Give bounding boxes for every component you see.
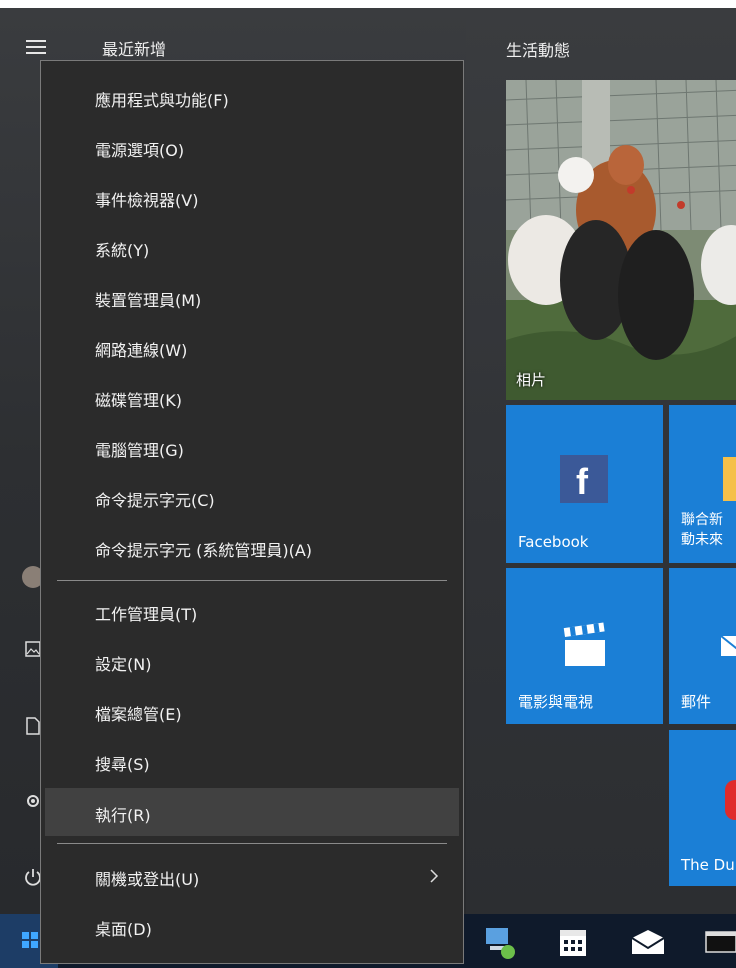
menu-item-desktop[interactable]: 桌面(D) (45, 907, 459, 947)
documents-icon[interactable] (25, 717, 41, 735)
chickens-photo (506, 80, 736, 400)
photos-tile-label: 相片 (516, 371, 547, 389)
movies-and-tv-tile[interactable]: 電影與電視 (506, 568, 663, 724)
power-user-context-menu: 應用程式與功能(F) 電源選項(O) 事件檢視器(V) 系統(Y) 裝置管理員(… (40, 60, 464, 964)
menu-item-apps-and-features[interactable]: 應用程式與功能(F) (45, 78, 459, 118)
clapperboard-icon (563, 622, 605, 666)
recently-added-heading: 最近新增 (102, 40, 167, 59)
news-icon (723, 457, 736, 501)
news-tile-label-line2: 動未來 (681, 532, 723, 548)
game-tile[interactable]: The Du (669, 730, 736, 886)
network-computer-icon[interactable] (480, 922, 520, 962)
pictures-icon[interactable] (25, 641, 41, 657)
menu-item-task-manager[interactable]: 工作管理員(T) (45, 592, 459, 632)
facebook-icon: f (560, 455, 608, 503)
menu-item-computer-management[interactable]: 電腦管理(G) (45, 428, 459, 468)
movies-tile-label: 電影與電視 (518, 693, 594, 711)
top-edge (0, 0, 736, 8)
command-prompt-taskbar-icon[interactable] (704, 922, 736, 962)
facebook-tile[interactable]: f Facebook (506, 405, 663, 563)
menu-item-command-prompt[interactable]: 命令提示字元(C) (45, 478, 459, 518)
menu-item-event-viewer[interactable]: 事件檢視器(V) (45, 178, 459, 218)
menu-separator (57, 580, 447, 581)
calendar-icon[interactable] (554, 922, 594, 962)
menu-item-power-options[interactable]: 電源選項(O) (45, 128, 459, 168)
life-at-a-glance-heading: 生活動態 (506, 41, 571, 60)
photos-tile[interactable]: 相片 (506, 80, 736, 400)
menu-item-shut-down-or-sign-out[interactable]: 關機或登出(U) (45, 857, 459, 897)
menu-item-settings[interactable]: 設定(N) (45, 642, 459, 682)
game-character-icon (725, 780, 736, 820)
menu-item-command-prompt-admin[interactable]: 命令提示字元 (系統管理員)(A) (45, 528, 459, 568)
hamburger-menu-icon[interactable] (26, 40, 46, 54)
news-tile-label-line1: 聯合新 (681, 512, 723, 528)
mail-taskbar-icon[interactable] (628, 922, 668, 962)
menu-item-disk-management[interactable]: 磁碟管理(K) (45, 378, 459, 418)
news-tile[interactable]: 聯合新 動未來 (669, 405, 736, 563)
screen: 最近新增 生活動態 相片 f Facebook 聯合新 動未來 電影與電視 郵件… (0, 0, 736, 968)
menu-item-device-manager[interactable]: 裝置管理員(M) (45, 278, 459, 318)
chevron-right-icon (430, 869, 439, 883)
mail-tile-label: 郵件 (681, 693, 712, 711)
facebook-tile-label: Facebook (518, 533, 589, 551)
menu-item-run[interactable]: 執行(R) (45, 788, 459, 836)
menu-separator (57, 843, 447, 844)
mail-tile[interactable]: 郵件 (669, 568, 736, 724)
menu-item-file-explorer[interactable]: 檔案總管(E) (45, 692, 459, 732)
menu-item-system[interactable]: 系統(Y) (45, 228, 459, 268)
game-tile-label: The Du (681, 856, 735, 874)
envelope-icon (721, 635, 736, 656)
menu-item-search[interactable]: 搜尋(S) (45, 742, 459, 782)
menu-item-network-connections[interactable]: 網路連線(W) (45, 328, 459, 368)
